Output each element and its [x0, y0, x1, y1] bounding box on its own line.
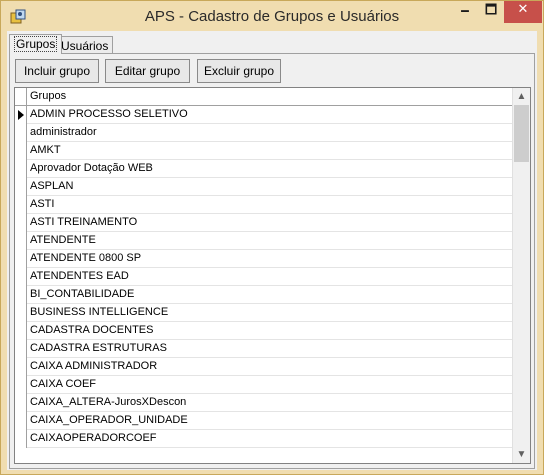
table-row[interactable]: CADASTRA DOCENTES [15, 322, 513, 340]
table-row[interactable]: ATENDENTE 0800 SP [15, 250, 513, 268]
row-indicator[interactable] [15, 412, 27, 430]
row-indicator[interactable] [15, 304, 27, 322]
table-row[interactable]: BUSINESS INTELLIGENCE [15, 304, 513, 322]
scroll-up-arrow-icon[interactable]: ▲ [513, 88, 530, 105]
group-name-cell[interactable]: CADASTRA ESTRUTURAS [30, 342, 167, 354]
excluir-grupo-button[interactable]: Excluir grupo [197, 59, 281, 83]
row-indicator[interactable] [15, 340, 27, 358]
row-indicator[interactable] [15, 358, 27, 376]
editar-grupo-button[interactable]: Editar grupo [105, 59, 190, 83]
table-row[interactable]: CAIXA_ALTERA-JurosXDescon [15, 394, 513, 412]
group-name-cell[interactable]: CAIXAOPERADORCOEF [30, 432, 157, 444]
table-row[interactable]: CADASTRA ESTRUTURAS [15, 340, 513, 358]
group-name-cell[interactable]: administrador [30, 126, 97, 138]
group-name-cell[interactable]: BI_CONTABILIDADE [30, 288, 134, 300]
row-indicator[interactable] [15, 196, 27, 214]
group-name-cell[interactable]: CAIXA COEF [30, 378, 96, 390]
table-row[interactable]: administrador [15, 124, 513, 142]
row-indicator[interactable] [15, 394, 27, 412]
row-indicator[interactable] [15, 142, 27, 160]
tab-grupos[interactable]: Grupos [9, 34, 63, 54]
group-name-cell[interactable]: CADASTRA DOCENTES [30, 324, 153, 336]
group-name-cell[interactable]: ASTI [30, 198, 54, 210]
row-indicator[interactable] [15, 250, 27, 268]
row-indicator[interactable] [15, 232, 27, 250]
table-row[interactable]: ATENDENTES EAD [15, 268, 513, 286]
header-indicator-cell [15, 88, 27, 105]
close-button[interactable]: ✕ [504, 1, 542, 23]
group-name-cell[interactable]: AMKT [30, 144, 61, 156]
table-row[interactable]: ATENDENTE [15, 232, 513, 250]
group-name-cell[interactable]: ATENDENTE [30, 234, 96, 246]
row-indicator[interactable] [15, 430, 27, 448]
table-row[interactable]: AMKT [15, 142, 513, 160]
row-indicator[interactable] [15, 160, 27, 178]
column-header-grupos[interactable]: Grupos [30, 90, 66, 102]
scroll-down-arrow-icon[interactable]: ▼ [513, 446, 530, 463]
scroll-thumb[interactable] [514, 105, 529, 162]
row-indicator[interactable] [15, 286, 27, 304]
client-area: Grupos Usuários Incluir grupo Editar gru… [7, 31, 537, 470]
table-row[interactable]: CAIXA COEF [15, 376, 513, 394]
tab-usuarios[interactable]: Usuários [56, 36, 114, 53]
row-indicator[interactable] [15, 124, 27, 142]
group-name-cell[interactable]: ASTI TREINAMENTO [30, 216, 137, 228]
groups-grid[interactable]: Grupos ADMIN PROCESSO SELETIVO administra… [14, 87, 531, 464]
group-name-cell[interactable]: CAIXA ADMINISTRADOR [30, 360, 157, 372]
table-row[interactable]: CAIXA_OPERADOR_UNIDADE [15, 412, 513, 430]
row-indicator[interactable] [15, 376, 27, 394]
row-indicator[interactable] [15, 268, 27, 286]
group-name-cell[interactable]: CAIXA_ALTERA-JurosXDescon [30, 396, 186, 408]
group-name-cell[interactable]: ATENDENTE 0800 SP [30, 252, 141, 264]
group-name-cell[interactable]: ADMIN PROCESSO SELETIVO [30, 108, 188, 120]
row-indicator[interactable] [15, 214, 27, 232]
minimize-button[interactable]: 🗕 [452, 1, 478, 23]
group-name-cell[interactable]: Aprovador Dotação WEB [30, 162, 153, 174]
table-row[interactable]: ADMIN PROCESSO SELETIVO [15, 106, 513, 124]
vertical-scrollbar[interactable]: ▲ ▼ [512, 88, 530, 463]
tab-panel-grupos: Incluir grupo Editar grupo Excluir grupo… [9, 53, 535, 469]
table-row[interactable]: Aprovador Dotação WEB [15, 160, 513, 178]
row-indicator[interactable] [15, 322, 27, 340]
group-name-cell[interactable]: ATENDENTES EAD [30, 270, 129, 282]
table-row[interactable]: ASPLAN [15, 178, 513, 196]
table-row[interactable]: ASTI [15, 196, 513, 214]
application-window: APS - Cadastro de Grupos e Usuários 🗕 🗖 … [0, 0, 544, 475]
grid-header: Grupos [15, 88, 513, 106]
row-indicator[interactable] [15, 106, 27, 124]
title-bar[interactable]: APS - Cadastro de Grupos e Usuários 🗕 🗖 … [1, 1, 543, 31]
group-name-cell[interactable]: ASPLAN [30, 180, 73, 192]
table-row[interactable]: CAIXA ADMINISTRADOR [15, 358, 513, 376]
incluir-grupo-button[interactable]: Incluir grupo [15, 59, 99, 83]
maximize-button[interactable]: 🗖 [478, 1, 504, 23]
group-name-cell[interactable]: BUSINESS INTELLIGENCE [30, 306, 168, 318]
grid-rows: ADMIN PROCESSO SELETIVO administrador AMKT… [15, 106, 513, 448]
group-name-cell[interactable]: CAIXA_OPERADOR_UNIDADE [30, 414, 188, 426]
tab-grupos-label: Grupos [14, 36, 58, 52]
table-row[interactable]: BI_CONTABILIDADE [15, 286, 513, 304]
table-row[interactable]: CAIXAOPERADORCOEF [15, 430, 513, 448]
current-row-arrow-icon [18, 110, 24, 120]
row-indicator[interactable] [15, 178, 27, 196]
table-row[interactable]: ASTI TREINAMENTO [15, 214, 513, 232]
